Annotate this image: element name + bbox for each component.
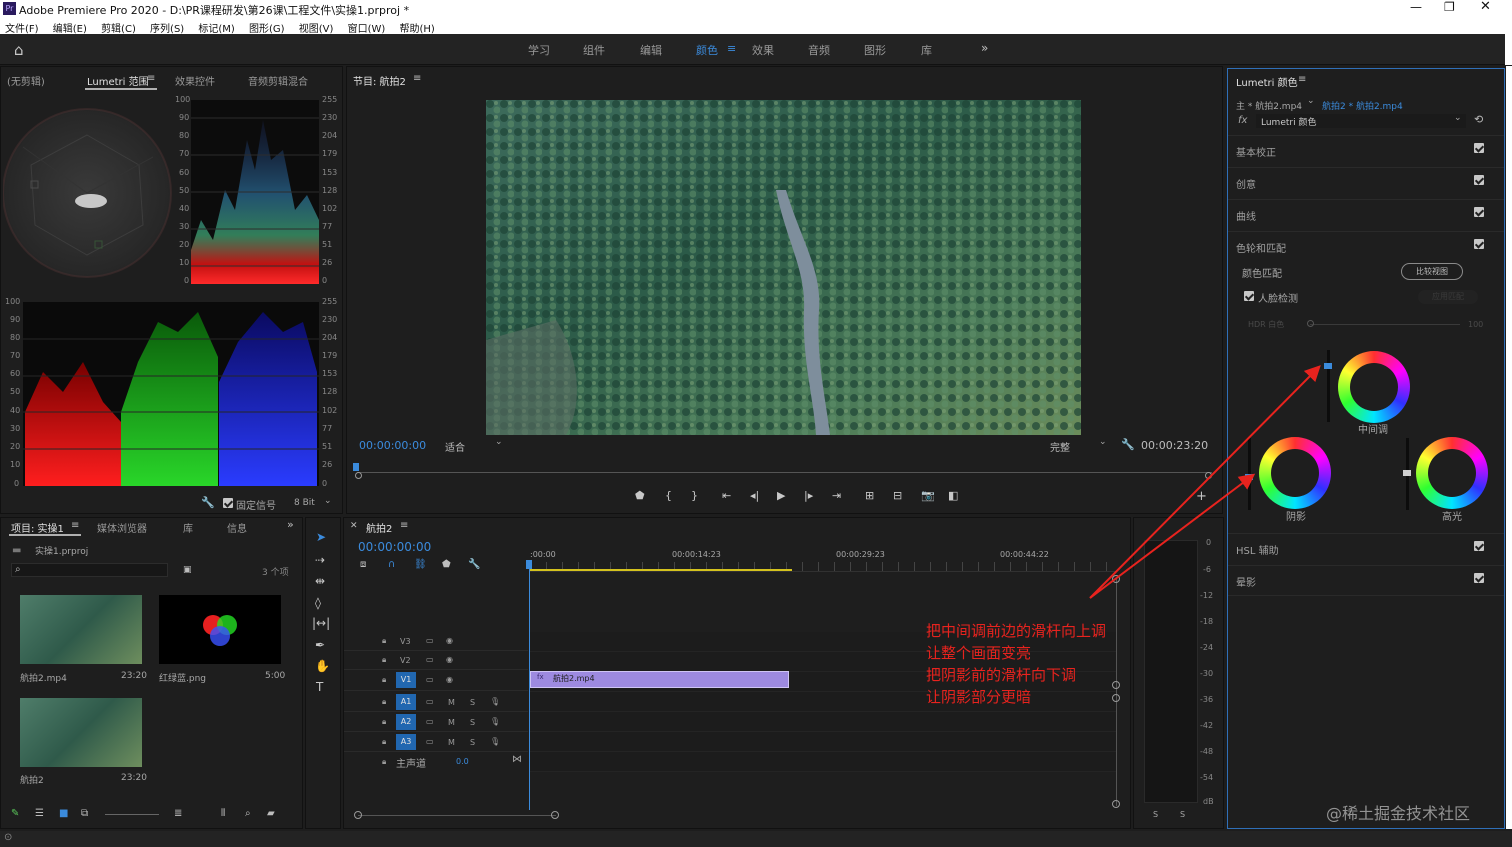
annotation-line-4: 让阴影部分更暗 [926, 688, 1032, 706]
status-bar: ⊙ [0, 831, 1512, 847]
annotation-line-2: 让整个画面变亮 [926, 644, 1032, 662]
annotation-line-1: 把中间调前边的滑杆向上调 [926, 622, 1107, 640]
annotation-text: 把中间调前边的滑杆向上调 让整个画面变亮 把阴影前的滑杆向下调 让阴影部分更暗 [926, 620, 1106, 708]
annotation-line-3: 把阴影前的滑杆向下调 [926, 666, 1077, 684]
annotation-arrows [1089, 365, 1321, 599]
watermark: @稀土掘金技术社区 [1326, 804, 1471, 823]
status-icon: ⊙ [4, 832, 13, 843]
